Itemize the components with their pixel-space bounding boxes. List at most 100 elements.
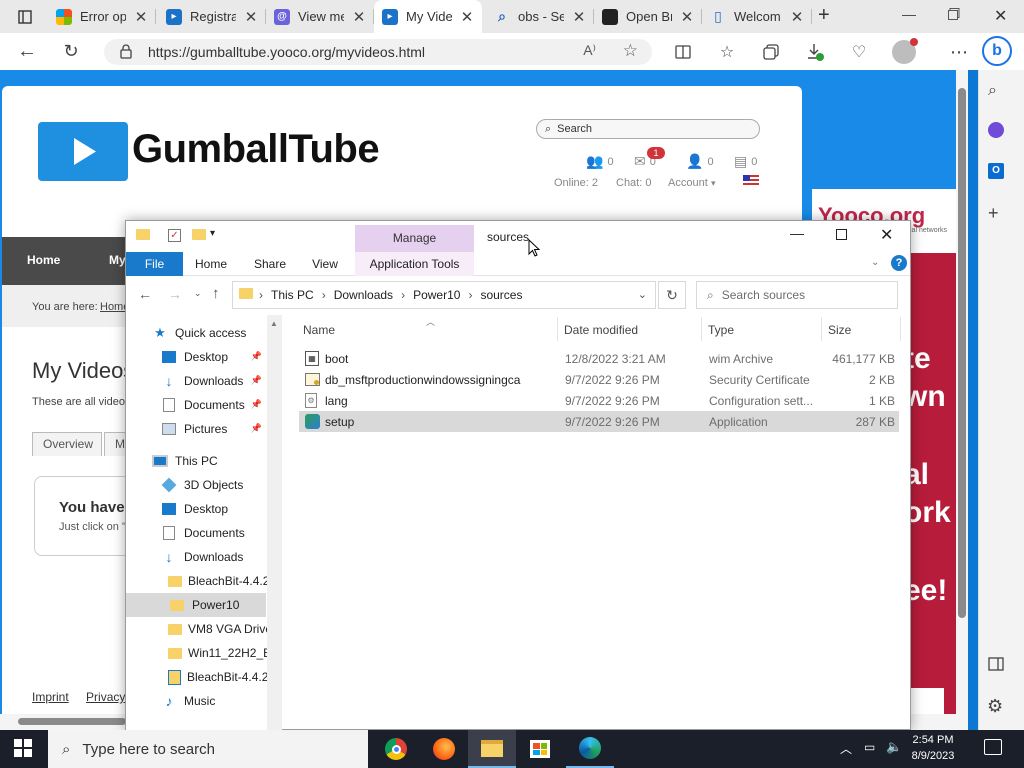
bing-chat-icon[interactable]: b: [982, 36, 1012, 66]
help-icon[interactable]: ?: [891, 255, 907, 271]
column-separator[interactable]: [557, 317, 558, 341]
ribbon-tab-share[interactable]: Share: [246, 252, 294, 276]
ribbon-tab-view[interactable]: View: [304, 252, 346, 276]
up-arrow-icon[interactable]: ↑: [212, 285, 220, 302]
network-icon[interactable]: ▭: [864, 740, 875, 754]
brand-logo[interactable]: [38, 122, 128, 181]
account-dropdown-icon[interactable]: ▾: [711, 178, 716, 189]
browser-tab[interactable]: @ View me ✕: [266, 0, 374, 33]
copilot-icon[interactable]: [988, 122, 1004, 138]
downloads-icon[interactable]: [800, 37, 830, 67]
account-label[interactable]: Account: [668, 177, 708, 189]
pin-icon[interactable]: 📌: [251, 351, 262, 362]
nav-item[interactable]: Documents 📌: [126, 393, 266, 417]
column-type[interactable]: Type: [708, 323, 734, 337]
start-button[interactable]: [14, 739, 32, 757]
favorites-icon[interactable]: ☆: [712, 37, 742, 67]
close-button[interactable]: ✕: [994, 6, 1007, 26]
taskbar-clock[interactable]: 2:54 PM 8/9/2023: [900, 732, 966, 764]
edge-app[interactable]: [566, 730, 614, 768]
footer-privacy[interactable]: Privacy: [86, 690, 125, 704]
properties-icon[interactable]: ✓: [168, 229, 181, 242]
collections-icon[interactable]: [756, 37, 786, 67]
ad-button[interactable]: [910, 688, 944, 714]
tab-close-icon[interactable]: ✕: [680, 8, 694, 26]
column-date-modified[interactable]: Date modified: [564, 323, 638, 337]
pin-icon[interactable]: 📌: [251, 423, 262, 434]
list-stat[interactable]: ▤ 0: [734, 153, 757, 170]
new-folder-icon[interactable]: [192, 229, 206, 243]
restore-button[interactable]: [948, 8, 960, 20]
favorite-star-icon[interactable]: ☆: [623, 41, 638, 61]
nav-item[interactable]: VM8 VGA Drive: [126, 617, 272, 641]
address-segment[interactable]: Downloads: [334, 288, 393, 302]
explorer-search-input[interactable]: ⌕ Search sources: [696, 281, 898, 309]
taskbar-search[interactable]: ⌕ Type here to search: [48, 730, 368, 768]
site-search-input[interactable]: ⌕ Search: [536, 119, 760, 139]
explorer-close-button[interactable]: ✕: [880, 225, 893, 245]
brand-name[interactable]: GumballTube: [132, 127, 380, 172]
nav-item[interactable]: BleachBit-4.4.2: [126, 569, 269, 593]
nav-home[interactable]: Home: [27, 253, 60, 267]
chrome-app[interactable]: [372, 730, 420, 768]
address-segment[interactable]: This PC: [271, 288, 314, 302]
tab-actions-icon[interactable]: [10, 2, 40, 32]
settings-gear-icon[interactable]: ⚙: [987, 696, 1003, 717]
browser-tab[interactable]: ▸ Registra ✕: [158, 0, 266, 33]
address-segment[interactable]: sources: [480, 288, 522, 302]
tab-close-icon[interactable]: ✕: [460, 8, 474, 26]
nav-item[interactable]: ↓ Downloads 📌: [126, 369, 266, 393]
explorer-address-bar[interactable]: › This PC › Downloads › Power10 › source…: [232, 281, 656, 309]
performance-icon[interactable]: ♡: [844, 37, 874, 67]
address-bar[interactable]: https://gumballtube.yooco.org/myvideos.h…: [104, 39, 652, 65]
ribbon-tab-application-tools[interactable]: Application Tools: [355, 252, 474, 276]
split-screen-icon[interactable]: [668, 37, 698, 67]
recent-locations-icon[interactable]: ⌄: [194, 288, 202, 299]
column-separator[interactable]: [821, 317, 822, 341]
browser-tab[interactable]: ▯ Welcom ✕: [702, 0, 812, 33]
nav-item[interactable]: Win11_22H2_Er: [126, 641, 275, 665]
nav-item[interactable]: BleachBit-4.4.2: [126, 665, 268, 689]
explorer-title-bar[interactable]: ✓ ▾ Manage sources — ✕: [126, 221, 910, 252]
tab-overview[interactable]: Overview: [32, 432, 102, 456]
pin-icon[interactable]: 📌: [251, 399, 262, 410]
ribbon-tab-home[interactable]: Home: [188, 252, 234, 276]
column-separator[interactable]: [900, 317, 901, 341]
read-aloud-icon[interactable]: A⁾: [583, 42, 596, 59]
file-row[interactable]: ⚙ lang 9/7/2022 9:26 PM Configuration sett.…: [299, 390, 899, 411]
nav-item[interactable]: Desktop 📌: [126, 345, 266, 369]
ribbon-tab-file[interactable]: File: [126, 252, 183, 276]
notifications-icon[interactable]: [984, 739, 1002, 755]
explorer-minimize-button[interactable]: —: [790, 225, 804, 241]
scroll-up-icon[interactable]: ▲: [270, 319, 278, 328]
forward-arrow-icon[interactable]: →: [168, 286, 182, 302]
tab-close-icon[interactable]: ✕: [572, 8, 586, 26]
more-options-icon[interactable]: ⋯: [944, 37, 974, 67]
add-sidebar-app-icon[interactable]: +: [988, 203, 999, 224]
online-stat[interactable]: 👥 0: [586, 153, 614, 170]
address-segment[interactable]: Power10: [413, 288, 460, 302]
browser-tab[interactable]: Error op ✕: [48, 0, 156, 33]
column-separator[interactable]: [701, 317, 702, 341]
nav-item[interactable]: Power10: [126, 593, 266, 617]
refresh-button[interactable]: ↻: [658, 281, 686, 309]
navigation-pane-scrollbar[interactable]: ▲: [267, 315, 282, 731]
tray-overflow-icon[interactable]: ︿: [840, 740, 852, 757]
tab-close-icon[interactable]: ✕: [244, 8, 258, 26]
explorer-maximize-button[interactable]: [836, 229, 847, 240]
profile-avatar[interactable]: [892, 38, 918, 64]
expand-ribbon-icon[interactable]: ⌄: [871, 257, 879, 268]
tab-close-icon[interactable]: ✕: [790, 8, 804, 26]
file-row[interactable]: db_msftproductionwindowssigningca 9/7/202…: [299, 369, 899, 390]
store-app[interactable]: [516, 730, 564, 768]
nav-item[interactable]: ★ Quick access: [126, 321, 266, 345]
nav-item[interactable]: This PC: [126, 449, 266, 473]
nav-item[interactable]: ↓ Downloads: [126, 545, 266, 569]
footer-imprint[interactable]: Imprint: [32, 690, 69, 704]
horizontal-scroll-thumb[interactable]: [18, 718, 126, 725]
nav-item[interactable]: Documents: [126, 521, 266, 545]
page-vertical-scrollbar[interactable]: [956, 70, 968, 730]
refresh-icon[interactable]: ↻: [56, 36, 86, 66]
nav-my[interactable]: My: [109, 253, 126, 267]
us-flag-icon[interactable]: [743, 175, 759, 186]
